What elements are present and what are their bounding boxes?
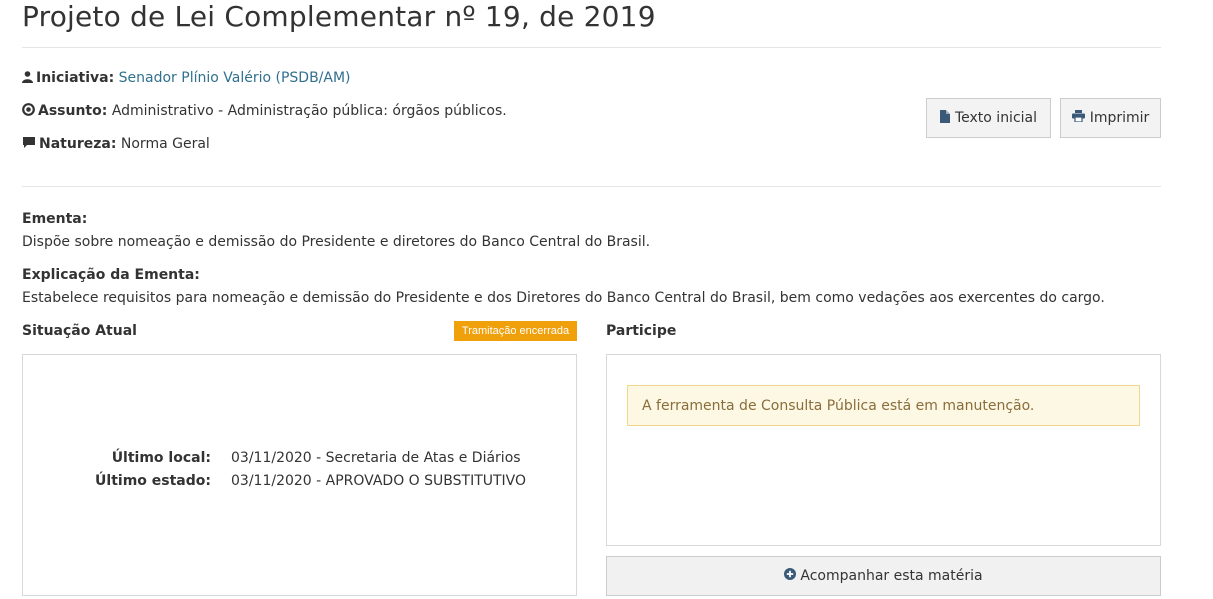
comment-icon [22, 136, 36, 153]
texto-inicial-button[interactable]: Texto inicial [926, 98, 1051, 138]
ultimo-estado-label: Último estado: [95, 473, 211, 489]
situacao-panel: Último local: 03/11/2020 - Secretaria de … [22, 354, 577, 596]
participe-heading: Participe [606, 323, 677, 339]
natureza-value: Norma Geral [120, 136, 210, 152]
print-icon [1071, 110, 1085, 126]
ementa-text: Dispõe sobre nomeação e demissão do Pres… [22, 234, 651, 250]
file-icon [939, 109, 950, 127]
natureza-row: Natureza: Norma Geral [22, 136, 210, 153]
explicacao-text: Estabelece requisitos para nomeação e de… [22, 290, 1105, 306]
ultimo-local-value: 03/11/2020 - Secretaria de Atas e Diário… [231, 450, 521, 466]
plus-circle-icon [784, 568, 797, 584]
ultimo-local-row: Último local: 03/11/2020 - Secretaria de … [51, 450, 521, 466]
ultimo-estado-row: Último estado: 03/11/2020 - APROVADO O SU… [51, 473, 526, 489]
explicacao-label-row: Explicação da Ementa: [22, 267, 200, 283]
ultimo-estado-value: 03/11/2020 - APROVADO O SUBSTITUTIVO [231, 473, 527, 489]
dot-circle-icon [22, 103, 35, 120]
ementa-label-row: Ementa: [22, 211, 88, 227]
title-divider [22, 47, 1161, 48]
texto-inicial-label: Texto inicial [954, 110, 1038, 126]
ultimo-local-label: Último local: [111, 450, 211, 466]
situacao-heading: Situação Atual [22, 323, 137, 339]
assunto-row: Assunto: Administrativo - Administração … [22, 103, 507, 120]
iniciativa-label: Iniciativa [36, 70, 109, 86]
natureza-label: Natureza [39, 136, 111, 152]
imprimir-label: Imprimir [1089, 110, 1150, 126]
user-icon [22, 71, 33, 87]
acompanhar-label: Acompanhar esta matéria [800, 568, 983, 584]
page-title: Projeto de Lei Complementar nº 19, de 20… [22, 0, 656, 33]
explicacao-label: Explicação da Ementa [22, 267, 195, 283]
iniciativa-link[interactable]: Senador Plínio Valério (PSDB/AM) [119, 70, 351, 86]
assunto-label: Assunto [38, 103, 102, 119]
assunto-value: Administrativo - Administração pública: … [111, 103, 507, 119]
participe-panel [606, 354, 1161, 546]
status-badge: Tramitação encerrada [454, 321, 577, 341]
acompanhar-button[interactable]: Acompanhar esta matéria [606, 556, 1161, 596]
imprimir-button[interactable]: Imprimir [1060, 98, 1161, 138]
iniciativa-row: Iniciativa: Senador Plínio Valério (PSDB… [22, 70, 351, 87]
meta-divider [22, 186, 1161, 187]
consulta-publica-alert: A ferramenta de Consulta Pública está em… [627, 385, 1140, 426]
ementa-label: Ementa [22, 211, 82, 227]
